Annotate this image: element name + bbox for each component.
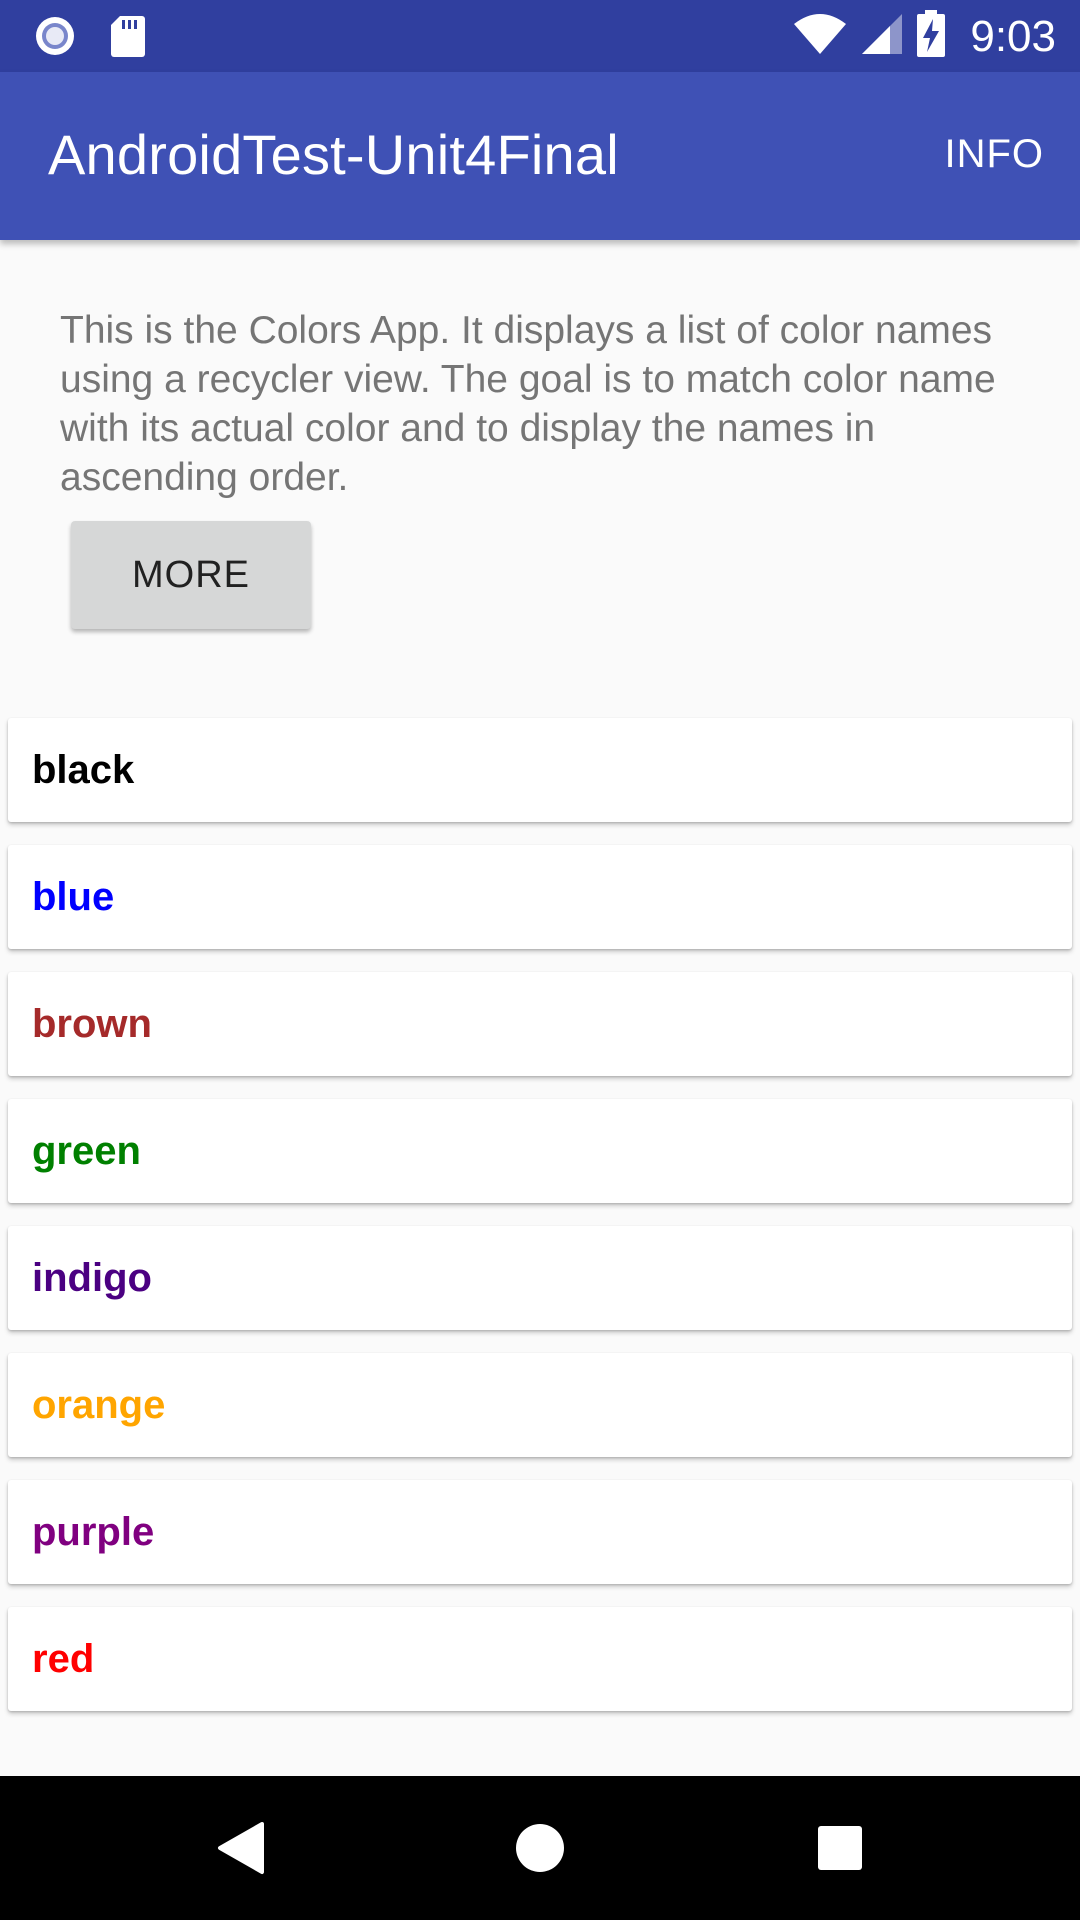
cell-signal-icon [860,12,904,61]
recents-icon[interactable] [816,1820,864,1881]
color-list-item[interactable]: brown [8,972,1072,1076]
more-button[interactable]: MORE [71,521,311,629]
app-title: AndroidTest-Unit4Final [48,123,619,186]
battery-charging-icon [916,10,946,63]
back-icon[interactable] [216,1820,266,1881]
notification-dot-icon [34,15,76,62]
color-list[interactable]: black blue brown green indigo orange purple red [8,718,1072,1734]
sd-card-icon [110,14,146,63]
navigation-bar [0,1776,1080,1920]
status-time: 9:03 [970,11,1056,61]
color-name-label: green [32,1128,141,1173]
app-bar: AndroidTest-Unit4Final INFO [0,72,1080,240]
color-name-label: black [32,747,135,792]
color-list-item[interactable]: black [8,718,1072,822]
color-list-item[interactable]: purple [8,1480,1072,1584]
color-list-item[interactable]: orange [8,1353,1072,1457]
color-list-item[interactable]: indigo [8,1226,1072,1330]
color-name-label: indigo [32,1255,152,1300]
color-name-label: red [32,1636,95,1681]
color-list-item[interactable]: red [8,1607,1072,1711]
info-action-button[interactable]: INFO [944,132,1044,177]
wifi-icon [792,12,848,61]
color-name-label: blue [32,874,115,919]
color-list-item[interactable]: green [8,1099,1072,1203]
status-bar: 9:03 [0,0,1080,72]
color-name-label: purple [32,1509,155,1554]
color-name-label: orange [32,1382,166,1427]
color-name-label: brown [32,1001,152,1046]
intro-description: This is the Colors App. It displays a li… [60,309,996,499]
color-list-item[interactable]: blue [8,845,1072,949]
home-icon[interactable] [515,1820,565,1881]
